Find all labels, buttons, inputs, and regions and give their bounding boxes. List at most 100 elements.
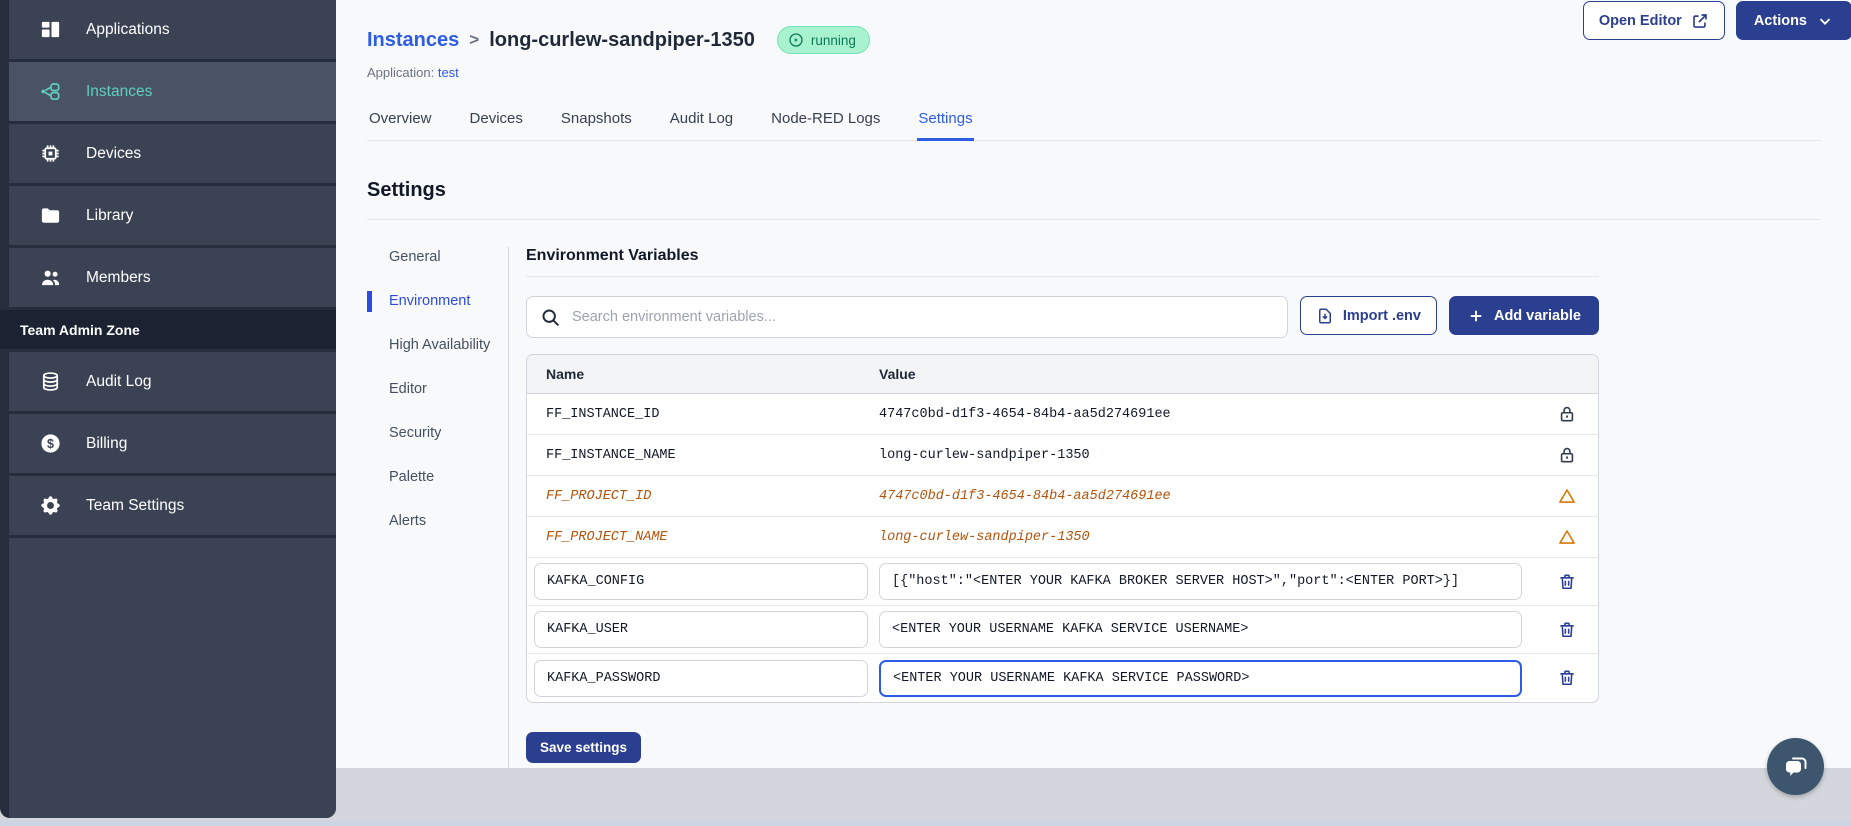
search-icon (542, 309, 560, 326)
sidebar-item-members[interactable]: Members (9, 248, 336, 310)
open-editor-button[interactable]: Open Editor (1582, 1, 1725, 40)
settings-nav-alerts[interactable]: Alerts (367, 511, 508, 532)
actions-label: Actions (1753, 12, 1807, 29)
page-title: long-curlew-sandpiper-1350 (489, 28, 755, 51)
env-var-name: FF_INSTANCE_NAME (546, 447, 676, 463)
column-header-name: Name (546, 366, 585, 382)
instances-icon (41, 83, 60, 101)
sidebar-item-library[interactable]: Library (9, 186, 336, 248)
warning-icon (1559, 530, 1575, 544)
sidebar-section-label: Team Admin Zone (20, 321, 140, 338)
settings-nav-palette[interactable]: Palette (367, 467, 508, 488)
lock-icon (1560, 406, 1574, 422)
env-var-name-input[interactable] (534, 611, 868, 648)
table-row (527, 606, 1598, 654)
import-env-button[interactable]: Import .env (1299, 296, 1437, 335)
settings-nav-environment[interactable]: Environment (367, 291, 508, 312)
tab-settings[interactable]: Settings (917, 102, 974, 141)
settings-nav-security[interactable]: Security (367, 423, 508, 444)
sidebar-item-audit-log[interactable]: Audit Log (9, 352, 336, 414)
search-box (526, 296, 1288, 338)
warning-icon (1559, 489, 1575, 503)
table-row (527, 558, 1598, 606)
main-content: Instances > long-curlew-sandpiper-1350 r… (336, 0, 1851, 793)
settings-nav-general[interactable]: General (367, 247, 508, 268)
tab-node-red-logs[interactable]: Node-RED Logs (770, 102, 881, 140)
env-var-value-input[interactable] (879, 563, 1522, 600)
table-row (527, 654, 1598, 702)
trash-icon[interactable] (1557, 668, 1577, 688)
status-badge-label: running (810, 32, 856, 48)
chevron-down-icon (1819, 17, 1831, 25)
breadcrumb-instances-link[interactable]: Instances (367, 29, 459, 52)
tab-overview[interactable]: Overview (368, 102, 433, 140)
settings-nav-high-availability[interactable]: High Availability (367, 335, 508, 356)
chat-bubbles-icon (1785, 757, 1806, 776)
table-row: FF_INSTANCE_ID 4747c0bd-d1f3-4654-84b4-a… (527, 394, 1598, 435)
sidebar-item-label: Applications (86, 20, 170, 38)
env-var-name: FF_PROJECT_NAME (546, 529, 668, 545)
open-editor-label: Open Editor (1598, 12, 1682, 29)
import-file-icon (1318, 308, 1331, 323)
sidebar-item-label: Audit Log (86, 372, 152, 390)
environment-variables-table: Name Value FF_INSTANCE_ID 4747c0bd-d1f3-… (526, 354, 1599, 703)
env-var-value: 4747c0bd-d1f3-4654-84b4-aa5d274691ee (879, 406, 1171, 422)
billing-icon: $ (41, 434, 60, 453)
sidebar-item-label: Instances (86, 82, 153, 100)
env-var-name-input[interactable] (534, 563, 868, 600)
table-row: FF_INSTANCE_NAME long-curlew-sandpiper-1… (527, 435, 1598, 476)
table-row: FF_PROJECT_NAME long-curlew-sandpiper-13… (527, 517, 1598, 558)
env-var-name-input[interactable] (534, 659, 868, 697)
library-icon (41, 208, 60, 223)
app-window: Applications Instances Devices Library M… (0, 0, 1851, 826)
sidebar-item-label: Devices (86, 144, 142, 162)
svg-text:$: $ (47, 437, 54, 451)
sidebar-item-label: Billing (86, 434, 128, 452)
trash-icon[interactable] (1557, 620, 1577, 640)
window-bottom-edge (0, 821, 1851, 826)
environment-panel: Environment Variables Search environment… (509, 247, 1599, 793)
gear-icon (41, 496, 60, 515)
members-icon (42, 270, 60, 286)
sidebar-item-team-settings[interactable]: Team Settings (9, 476, 336, 538)
search-input[interactable] (572, 309, 1274, 325)
tab-devices[interactable]: Devices (469, 102, 524, 140)
application-label: Application: (367, 65, 435, 80)
external-link-icon (1693, 13, 1707, 28)
env-var-value-input[interactable] (879, 611, 1522, 648)
env-var-value-input[interactable] (879, 659, 1522, 697)
sidebar-section-team-admin-zone: Team Admin Zone (0, 310, 336, 352)
audit-log-icon (42, 372, 59, 391)
add-variable-label: Add variable (1493, 307, 1581, 324)
applications-icon (41, 21, 60, 38)
sidebar-filler (9, 538, 336, 818)
chat-widget-button[interactable] (1767, 738, 1824, 795)
sidebar-item-label: Team Settings (86, 496, 185, 514)
settings-section: Settings General Environment High Availa… (336, 141, 1851, 793)
sidebar-item-label: Library (86, 206, 134, 224)
env-var-value: 4747c0bd-d1f3-4654-84b4-aa5d274691ee (879, 488, 1171, 504)
env-var-value: long-curlew-sandpiper-1350 (879, 447, 1090, 463)
table-header: Name Value (527, 355, 1598, 394)
import-env-label: Import .env (1342, 307, 1421, 324)
sidebar-item-billing[interactable]: $ Billing (9, 414, 336, 476)
breadcrumb-separator: > (469, 30, 480, 49)
tab-snapshots[interactable]: Snapshots (560, 102, 633, 140)
application-line: Application: test (367, 65, 1821, 80)
settings-divider (367, 219, 1820, 220)
sidebar-item-devices[interactable]: Devices (9, 124, 336, 186)
add-variable-button[interactable]: Add variable (1448, 296, 1599, 335)
instance-tabs: Overview Devices Snapshots Audit Log Nod… (367, 102, 1821, 141)
settings-title: Settings (367, 179, 446, 201)
settings-nav-editor[interactable]: Editor (367, 379, 508, 400)
actions-button[interactable]: Actions (1735, 1, 1851, 40)
sidebar-item-instances[interactable]: Instances (9, 62, 336, 124)
sidebar-item-applications[interactable]: Applications (9, 0, 336, 62)
lock-icon (1560, 447, 1574, 463)
column-header-value: Value (879, 366, 916, 382)
trash-icon[interactable] (1557, 572, 1577, 592)
tab-audit-log[interactable]: Audit Log (669, 102, 734, 140)
application-link[interactable]: test (438, 65, 459, 80)
save-settings-button[interactable]: Save settings (526, 732, 642, 763)
sidebar: Applications Instances Devices Library M… (0, 0, 336, 818)
